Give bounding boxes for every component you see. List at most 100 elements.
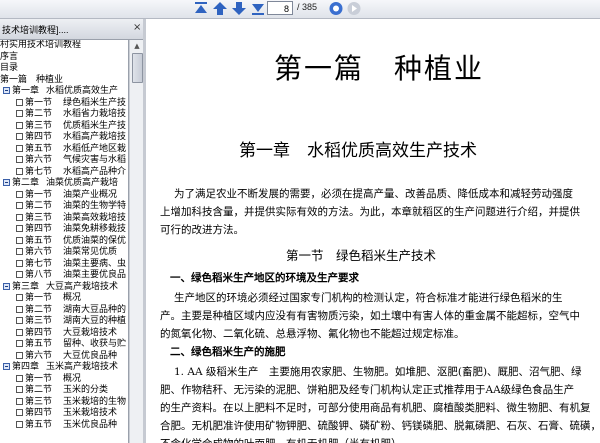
tree-section-item[interactable]: 第六节 气候灾害与水稻	[16, 155, 126, 166]
tree-section-item[interactable]: 第六节 大豆优良品种	[16, 351, 117, 362]
tree-item-label: 概况	[63, 293, 82, 303]
tree-section-item[interactable]: 第八节 油菜主要优良品	[16, 270, 126, 281]
page-icon	[16, 306, 23, 313]
tree-section-item[interactable]: 第二节 玉米的分类	[16, 385, 108, 396]
page-icon	[16, 294, 23, 301]
intro-line: 可行的改进方法。	[160, 224, 244, 236]
tree-section-item[interactable]: 第三节 优质稻米生产技	[16, 121, 126, 132]
tree-section-item[interactable]: 第五节 玉米优良品种	[16, 420, 117, 431]
page-icon	[16, 386, 23, 393]
page-icon	[16, 99, 23, 106]
tree-section-item[interactable]: 第三节 玉米栽培的生物	[16, 397, 126, 408]
go-page-icon[interactable]	[328, 1, 344, 16]
tree-item-label: 气候灾害与水稻	[63, 155, 127, 165]
scroll-thumb[interactable]	[132, 53, 143, 83]
tree-section-item[interactable]: 第七节 水稻高产品种介	[16, 167, 126, 178]
expand-toggle-icon[interactable]	[3, 283, 10, 290]
tree-section-item[interactable]: 第四节 油菜免耕移栽技	[16, 224, 126, 235]
tree-chapter-item[interactable]: 第四章 玉米高产栽培技术	[3, 362, 118, 373]
tree-item[interactable]: 目录	[0, 63, 18, 74]
tree-section-item[interactable]: 第二节 水稻省力栽培技	[16, 109, 126, 120]
tree-section-item[interactable]: 第一节 绿色稻米生产技	[16, 98, 126, 109]
intro-line: 上增加科技含量，并提供实际有效的方法。为此，本章就稻区的生产问题进行介绍，并提供	[160, 206, 580, 218]
tree-chapter-item[interactable]: 第一章 水稻优质高效生产	[3, 86, 118, 97]
page-icon	[16, 340, 23, 347]
body-line: 的氮氧化物、二氧化硫、总悬浮物、氟化物也不能超过规定标准。	[160, 328, 465, 340]
tree-item-number: 第二节	[25, 201, 53, 211]
body-line: 肥、作物秸秆、无污染的泥肥、饼粕肥及经专门机构认定正式推荐用于AA级绿色食品生产	[160, 384, 575, 396]
tree-section-item[interactable]: 第三节 湖南大豆的种植	[16, 316, 126, 327]
page-icon	[16, 329, 23, 336]
tree-item[interactable]: 村实用技术培训教程	[0, 40, 81, 51]
tree-section-item[interactable]: 第三节 油菜高效栽培技	[16, 213, 126, 224]
tree-section-item[interactable]: 第二节 油菜的生物学特	[16, 201, 126, 212]
tree-item-label: 绿色稻米生产技	[63, 98, 127, 108]
expand-toggle-icon[interactable]	[3, 363, 10, 370]
tree-item-number: 第一章	[12, 86, 40, 96]
next-page-icon[interactable]	[231, 1, 247, 16]
tree-section-item[interactable]: 第一节 概况	[16, 374, 81, 385]
tree-section-item[interactable]: 第四节 大豆栽培技术	[16, 328, 117, 339]
previous-page-icon[interactable]	[212, 1, 228, 16]
tree-item-number: 第四章	[12, 362, 40, 372]
tree-item-label: 水稻高产栽培技	[63, 132, 127, 142]
tree-section-item[interactable]: 第二节 湖南大豆品种的	[16, 305, 126, 316]
tree-item-number: 第二节	[25, 305, 53, 315]
scroll-up-icon[interactable]: ▲	[132, 41, 142, 51]
tree-item-label: 油菜主要优良品	[63, 270, 127, 280]
tree-item-number: 第二节	[25, 385, 53, 395]
tree-section-item[interactable]: 第五节 留种、收获与贮	[16, 339, 126, 350]
tree-item-number: 第六节	[25, 247, 53, 257]
page-number-input[interactable]: 8	[267, 1, 293, 15]
tree-item-number: 第一节	[25, 190, 53, 200]
tree-section-item[interactable]: 第五节 优质油菜的保优	[16, 236, 126, 247]
tree-item-label: 玉米的分类	[63, 385, 109, 395]
tree-item-number: 第八节	[25, 270, 53, 280]
page-icon	[16, 133, 23, 140]
next-arrow-icon[interactable]	[346, 1, 362, 16]
close-icon[interactable]: ×	[133, 22, 141, 33]
tree-section-item[interactable]: 第六节 油菜常见优质	[16, 247, 117, 258]
tree-item-number: 第二章	[12, 178, 40, 188]
tree-section-item[interactable]: 第四节 水稻高产栽培技	[16, 132, 126, 143]
first-page-icon[interactable]	[193, 1, 209, 16]
tree-item-label: 大豆优良品种	[63, 351, 118, 361]
tree-section-item[interactable]: 第一节 油菜产业概况	[16, 190, 117, 201]
last-page-icon[interactable]	[250, 1, 266, 16]
page-icon	[16, 237, 23, 244]
expand-toggle-icon[interactable]	[3, 179, 10, 186]
tree-section-item[interactable]: 第一节 概况	[16, 293, 81, 304]
tree-section-item[interactable]: 第五节 水稻低产地区栽	[16, 144, 126, 155]
tree-item-label: 优质油菜的保优	[63, 236, 127, 246]
tree-item-label: 第一篇 种植业	[0, 75, 64, 85]
expand-toggle-icon[interactable]	[3, 87, 10, 94]
tree-item-label: 序言	[0, 52, 19, 62]
tree-item-label: 优质稻米生产技	[63, 121, 127, 131]
tree-item-label: 水稻高产品种介	[63, 167, 127, 177]
tree-item-number: 第六节	[25, 155, 53, 165]
page-icon	[16, 225, 23, 232]
page-icon	[16, 271, 23, 278]
page-icon	[16, 214, 23, 221]
tree-item-label: 玉米高产栽培技术	[46, 362, 119, 372]
tree-item-number: 第五节	[25, 339, 53, 349]
page-icon	[16, 156, 23, 163]
body-line: 的生产资料。在以上肥料不足时，可部分使用商品有机肥、腐植酸类肥料、微生物肥、有机…	[160, 402, 591, 414]
tree-item-label: 玉米栽培的生物	[63, 397, 127, 407]
body-line: 产。主要是种植区域内应没有有害物质污染，如土壤中有害人体的重金属不能超标，空气中	[160, 310, 580, 322]
page-icon	[16, 421, 23, 428]
page-icon	[16, 248, 23, 255]
tree-scrollbar[interactable]: ▲	[129, 40, 144, 443]
tree-item[interactable]: 序言	[0, 52, 18, 63]
bookmark-panel-tab[interactable]: 技术培训教程].... ×	[0, 19, 143, 40]
page-icon	[16, 317, 23, 324]
tree-item-label: 玉米栽培技术	[63, 408, 118, 418]
tree-section-item[interactable]: 第四节 玉米栽培技术	[16, 408, 117, 419]
tree-item-label: 水稻低产地区栽	[63, 144, 127, 154]
tree-chapter-item[interactable]: 第三章 大豆高产栽培技术	[3, 282, 118, 293]
tree-item[interactable]: 第一篇 种植业	[0, 75, 63, 86]
tree-chapter-item[interactable]: 第二章 油菜优质高产栽培	[3, 178, 118, 189]
tree-section-item[interactable]: 第七节 油菜主要病、虫	[16, 259, 126, 270]
tree-item-label: 目录	[0, 63, 19, 73]
page-icon	[16, 168, 23, 175]
